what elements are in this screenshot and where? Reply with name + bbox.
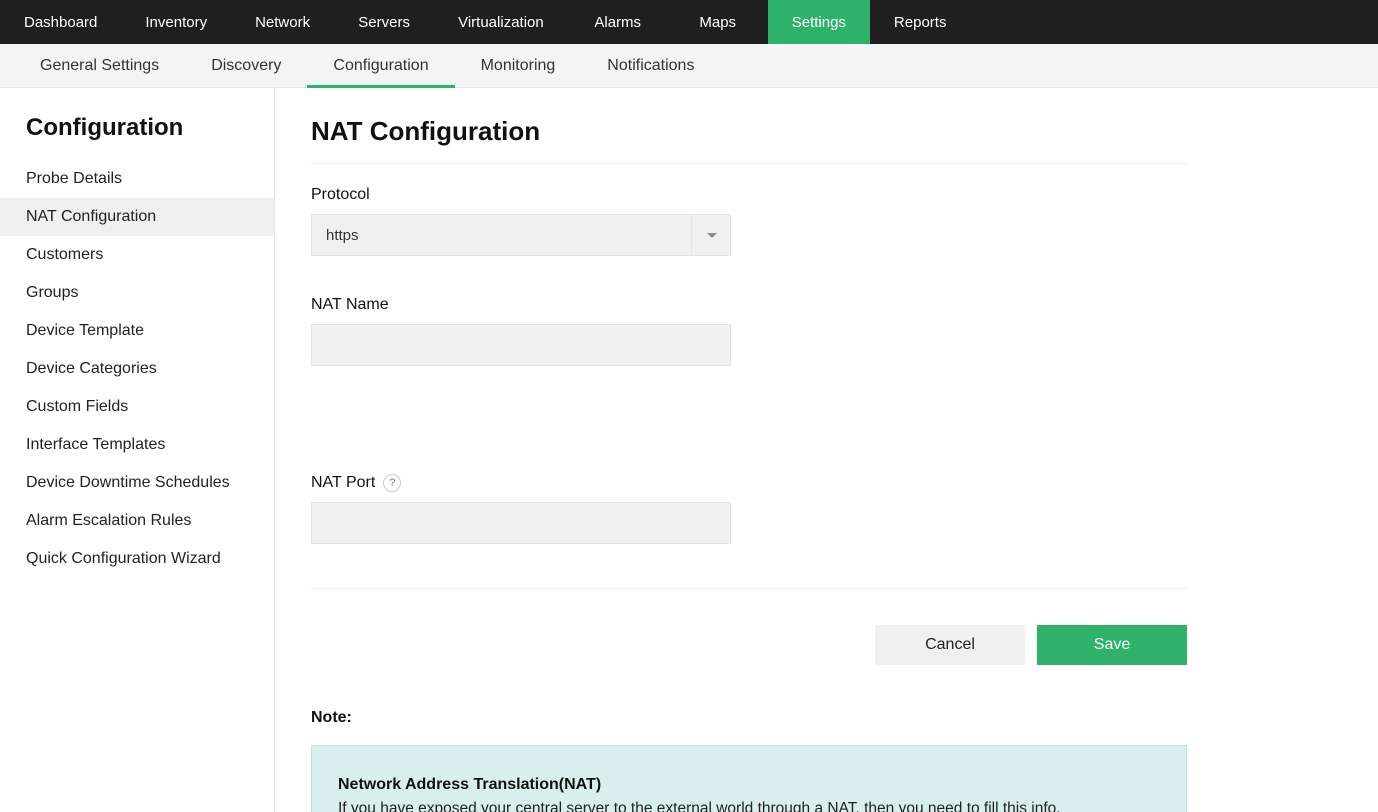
nat-name-label: NAT Name	[311, 296, 731, 314]
subnav-configuration[interactable]: Configuration	[307, 44, 454, 87]
sidebar-item-interface-templates[interactable]: Interface Templates	[0, 426, 274, 464]
subnav-notifications[interactable]: Notifications	[581, 44, 720, 87]
protocol-select[interactable]	[311, 214, 731, 256]
sub-nav: General Settings Discovery Configuration…	[0, 44, 1378, 88]
sidebar-item-custom-fields[interactable]: Custom Fields	[0, 388, 274, 426]
note-heading: Network Address Translation(NAT)	[338, 776, 1160, 794]
main-nav: Dashboard Inventory Network Servers Virt…	[0, 0, 1378, 44]
sidebar-item-groups[interactable]: Groups	[0, 274, 274, 312]
sidebar-item-device-categories[interactable]: Device Categories	[0, 350, 274, 388]
nav-alarms[interactable]: Alarms	[568, 0, 668, 44]
page-title: NAT Configuration	[311, 116, 1187, 164]
sidebar-item-device-downtime-schedules[interactable]: Device Downtime Schedules	[0, 464, 274, 502]
protocol-select-toggle[interactable]	[691, 214, 731, 256]
subnav-general-settings[interactable]: General Settings	[14, 44, 185, 87]
nav-settings[interactable]: Settings	[768, 0, 870, 44]
note-text: If you have exposed your central server …	[338, 800, 1160, 812]
nav-virtualization[interactable]: Virtualization	[434, 0, 568, 44]
sidebar-item-probe-details[interactable]: Probe Details	[0, 160, 274, 198]
sidebar-item-customers[interactable]: Customers	[0, 236, 274, 274]
nat-name-input[interactable]	[311, 324, 731, 366]
button-row: Cancel Save	[311, 625, 1187, 665]
sidebar: Configuration Probe Details NAT Configur…	[0, 88, 275, 812]
sidebar-item-alarm-escalation-rules[interactable]: Alarm Escalation Rules	[0, 502, 274, 540]
nat-port-input[interactable]	[311, 502, 731, 544]
nav-maps[interactable]: Maps	[668, 0, 768, 44]
subnav-discovery[interactable]: Discovery	[185, 44, 307, 87]
sidebar-item-device-template[interactable]: Device Template	[0, 312, 274, 350]
protocol-label: Protocol	[311, 186, 731, 204]
sidebar-title: Configuration	[0, 108, 274, 160]
help-icon[interactable]: ?	[383, 474, 401, 492]
divider	[311, 588, 1187, 589]
note-box: Network Address Translation(NAT) If you …	[311, 745, 1187, 812]
nav-servers[interactable]: Servers	[334, 0, 434, 44]
main-content: NAT Configuration Protocol NAT Name	[275, 88, 1378, 812]
note-label: Note:	[311, 709, 1358, 727]
nav-dashboard[interactable]: Dashboard	[0, 0, 121, 44]
nav-network[interactable]: Network	[231, 0, 334, 44]
form: Protocol NAT Name NAT Port ?	[311, 186, 1187, 544]
cancel-button[interactable]: Cancel	[875, 625, 1025, 665]
subnav-monitoring[interactable]: Monitoring	[455, 44, 582, 87]
nav-reports[interactable]: Reports	[870, 0, 971, 44]
save-button[interactable]: Save	[1037, 625, 1187, 665]
protocol-select-input[interactable]	[311, 214, 731, 256]
sidebar-item-nat-configuration[interactable]: NAT Configuration	[0, 198, 274, 236]
sidebar-item-quick-configuration-wizard[interactable]: Quick Configuration Wizard	[0, 540, 274, 578]
nav-inventory[interactable]: Inventory	[121, 0, 231, 44]
nat-port-label: NAT Port	[311, 474, 375, 492]
chevron-down-icon	[707, 233, 717, 238]
